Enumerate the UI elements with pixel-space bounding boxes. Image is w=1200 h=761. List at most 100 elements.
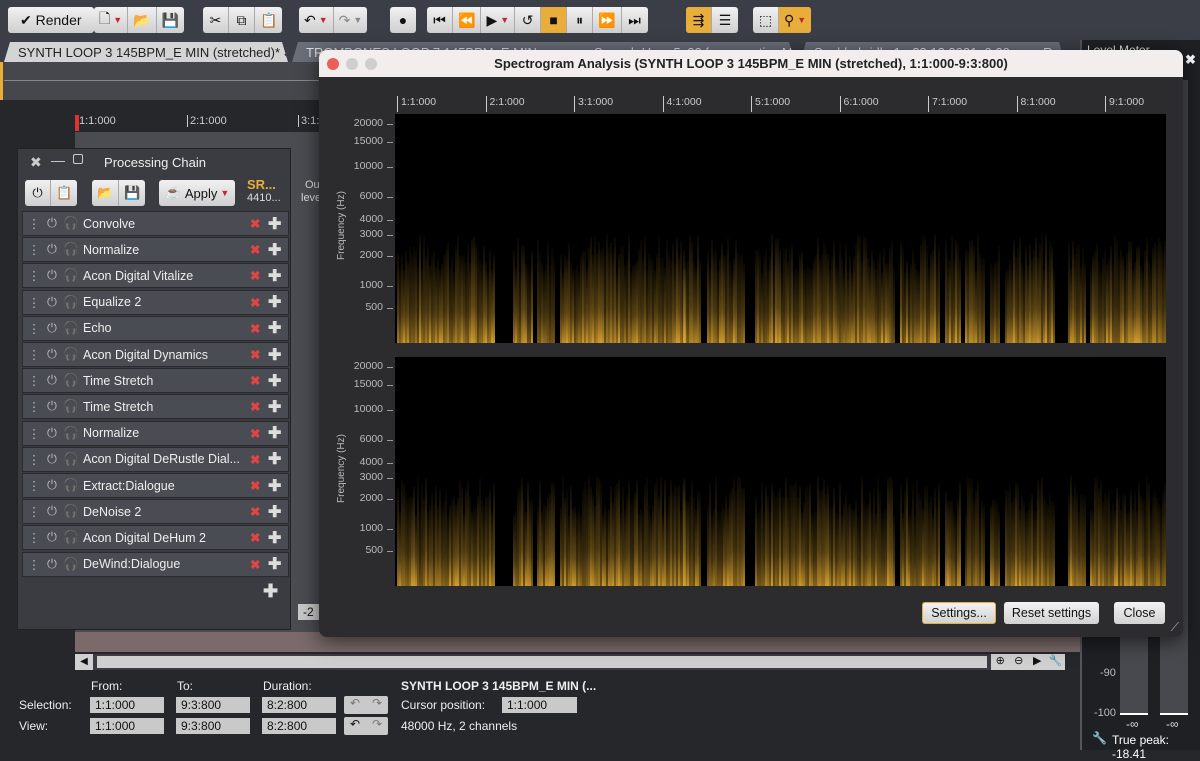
add-effect-icon[interactable]: ✚ — [268, 449, 288, 469]
cut-icon[interactable]: ✂ — [203, 7, 229, 33]
play-icon[interactable]: ▶ — [1028, 654, 1047, 670]
power-icon[interactable]: ⏻ — [45, 504, 59, 519]
zoom-out-icon[interactable]: ⊖ — [1010, 654, 1029, 670]
render-button[interactable]: ✔ Render — [8, 7, 94, 33]
add-effect-icon[interactable]: ✚ — [268, 345, 288, 365]
drag-handle-icon[interactable]: ⋮ — [27, 452, 41, 467]
settings-button[interactable]: Settings... — [922, 602, 996, 624]
selection-duration-field[interactable]: 8:2:800 — [262, 697, 336, 713]
remove-effect-icon[interactable]: ✖ — [250, 557, 268, 572]
power-icon[interactable]: ⏻ — [45, 373, 59, 388]
headphones-icon[interactable]: 🎧 — [63, 399, 79, 414]
headphones-icon[interactable]: 🎧 — [63, 347, 79, 362]
pause-icon[interactable]: ⏸ — [567, 7, 594, 33]
remove-effect-icon[interactable]: ✖ — [250, 530, 268, 545]
scroll-thumb[interactable] — [97, 656, 987, 668]
effect-row[interactable]: ⋮ ⏻ 🎧 Acon Digital DeHum 2 ✖ ✚ — [22, 525, 289, 551]
wrench-icon[interactable]: 🔧 — [1092, 731, 1107, 745]
headphones-icon[interactable]: 🎧 — [63, 504, 79, 519]
headphones-icon[interactable]: 🎧 — [63, 321, 79, 336]
power-icon[interactable]: ⏻ — [45, 295, 59, 310]
power-icon[interactable]: ⏻ — [45, 399, 59, 414]
power-icon[interactable]: ⏻ — [45, 452, 59, 467]
drag-handle-icon[interactable]: ⋮ — [27, 557, 41, 572]
drag-handle-icon[interactable]: ⋮ — [27, 321, 41, 336]
power-icon[interactable]: ⏻ — [45, 426, 59, 441]
effect-row[interactable]: ⋮ ⏻ 🎧 Equalize 2 ✖ ✚ — [22, 289, 289, 315]
close-window-icon[interactable] — [327, 58, 339, 70]
close-tab-icon[interactable]: ✖ — [284, 45, 288, 60]
spectrogram-channel-1[interactable] — [395, 114, 1166, 343]
power-icon[interactable]: ⏻ — [45, 216, 59, 231]
open-folder-icon[interactable]: 📂 — [92, 180, 120, 206]
headphones-icon[interactable]: 🎧 — [63, 295, 79, 310]
add-effect-icon[interactable]: ✚ — [268, 423, 288, 443]
paste-icon[interactable]: 📋 — [255, 7, 282, 33]
power-icon[interactable]: ⏻ — [45, 530, 59, 545]
open-folder-icon[interactable]: 📂 — [128, 7, 157, 33]
undo-selection-icon[interactable]: ↶ — [344, 696, 366, 714]
power-icon[interactable]: ⏻ — [25, 180, 51, 206]
headphones-icon[interactable]: 🎧 — [63, 557, 79, 572]
effect-row[interactable]: ⋮ ⏻ 🎧 Echo ✖ ✚ — [22, 315, 289, 341]
add-effect-icon[interactable]: ✚ — [268, 397, 288, 417]
view-from-field[interactable]: 1:1:000 — [90, 718, 164, 734]
add-effect-icon[interactable]: ✚ — [268, 476, 288, 496]
save-icon[interactable]: 💾 — [119, 180, 145, 206]
horizontal-scrollbar[interactable]: ◀ ⊕ ⊖ ▶ 🔧 — [75, 654, 1065, 670]
effect-row[interactable]: ⋮ ⏻ 🎧 DeWind:Dialogue ✖ ✚ — [22, 551, 289, 577]
record-icon[interactable]: ● — [390, 7, 416, 33]
power-icon[interactable]: ⏻ — [45, 321, 59, 336]
scrub-icon[interactable]: ⇶ — [686, 7, 712, 33]
remove-effect-icon[interactable]: ✖ — [250, 268, 268, 283]
selection-to-field[interactable]: 9:3:800 — [176, 697, 250, 713]
power-icon[interactable]: ⏻ — [45, 557, 59, 572]
effect-row[interactable]: ⋮ ⏻ 🎧 DeNoise 2 ✖ ✚ — [22, 499, 289, 525]
scroll-left-icon[interactable]: ◀ — [75, 654, 93, 670]
new-file-button[interactable]: 🗋 ▼ — [94, 7, 129, 33]
spectrogram-channel-2[interactable] — [395, 357, 1166, 586]
remove-effect-icon[interactable]: ✖ — [250, 452, 268, 467]
copy-icon[interactable]: ⧉ — [229, 7, 255, 33]
remove-effect-icon[interactable]: ✖ — [250, 242, 268, 257]
add-effect-icon[interactable]: ✚ — [268, 528, 288, 548]
apply-button[interactable]: ☕ Apply ▼ — [159, 180, 235, 206]
effect-row[interactable]: ⋮ ⏻ 🎧 Acon Digital DeRustle Dial... ✖ ✚ — [22, 446, 289, 472]
headphones-icon[interactable]: 🎧 — [63, 242, 79, 257]
drag-handle-icon[interactable]: ⋮ — [27, 530, 41, 545]
effect-row[interactable]: ⋮ ⏻ 🎧 Acon Digital Vitalize ✖ ✚ — [22, 263, 289, 289]
cursor-position-field[interactable]: 1:1:000 — [502, 697, 577, 713]
effect-row[interactable]: ⋮ ⏻ 🎧 Convolve ✖ ✚ — [22, 211, 289, 236]
time-ruler[interactable]: 1:1:000 2:1:000 3:1: — [75, 115, 325, 131]
save-icon[interactable]: 💾 — [157, 7, 184, 33]
remove-effect-icon[interactable]: ✖ — [250, 399, 268, 414]
drag-handle-icon[interactable]: ⋮ — [27, 399, 41, 414]
add-effect-icon[interactable]: ✚ — [268, 292, 288, 312]
headphones-icon[interactable]: 🎧 — [63, 268, 79, 283]
add-effect-icon[interactable]: ✚ — [263, 581, 278, 602]
loop-icon[interactable]: ↺ — [515, 7, 542, 33]
rewind-icon[interactable]: ⏪ — [453, 7, 482, 33]
effect-row[interactable]: ⋮ ⏻ 🎧 Time Stretch ✖ ✚ — [22, 394, 289, 420]
zoom-window-icon[interactable] — [365, 58, 377, 70]
remove-effect-icon[interactable]: ✖ — [250, 295, 268, 310]
remove-effect-icon[interactable]: ✖ — [250, 321, 268, 336]
zoom-in-icon[interactable]: ⊕ — [991, 654, 1010, 670]
clipboard-icon[interactable]: 📋 — [51, 180, 77, 206]
add-effect-icon[interactable]: ✚ — [268, 371, 288, 391]
power-icon[interactable]: ⏻ — [45, 478, 59, 493]
close-icon[interactable]: ✖ — [1185, 52, 1196, 68]
go-to-end-icon[interactable]: ⏭ — [622, 7, 648, 33]
remove-effect-icon[interactable]: ✖ — [250, 373, 268, 388]
effect-row[interactable]: ⋮ ⏻ 🎧 Time Stretch ✖ ✚ — [22, 368, 289, 394]
spectrum-icon[interactable]: ☰ — [712, 7, 738, 33]
drag-handle-icon[interactable]: ⋮ — [27, 295, 41, 310]
remove-effect-icon[interactable]: ✖ — [250, 347, 268, 362]
wrench-icon[interactable]: 🔧 — [1047, 654, 1066, 670]
resize-grip-icon[interactable]: ⟋ — [1171, 620, 1179, 635]
selection-from-field[interactable]: 1:1:000 — [90, 697, 164, 713]
fast-forward-icon[interactable]: ⏩ — [593, 7, 622, 33]
drag-handle-icon[interactable]: ⋮ — [27, 242, 41, 257]
drag-handle-icon[interactable]: ⋮ — [27, 504, 41, 519]
drag-handle-icon[interactable]: ⋮ — [27, 373, 41, 388]
